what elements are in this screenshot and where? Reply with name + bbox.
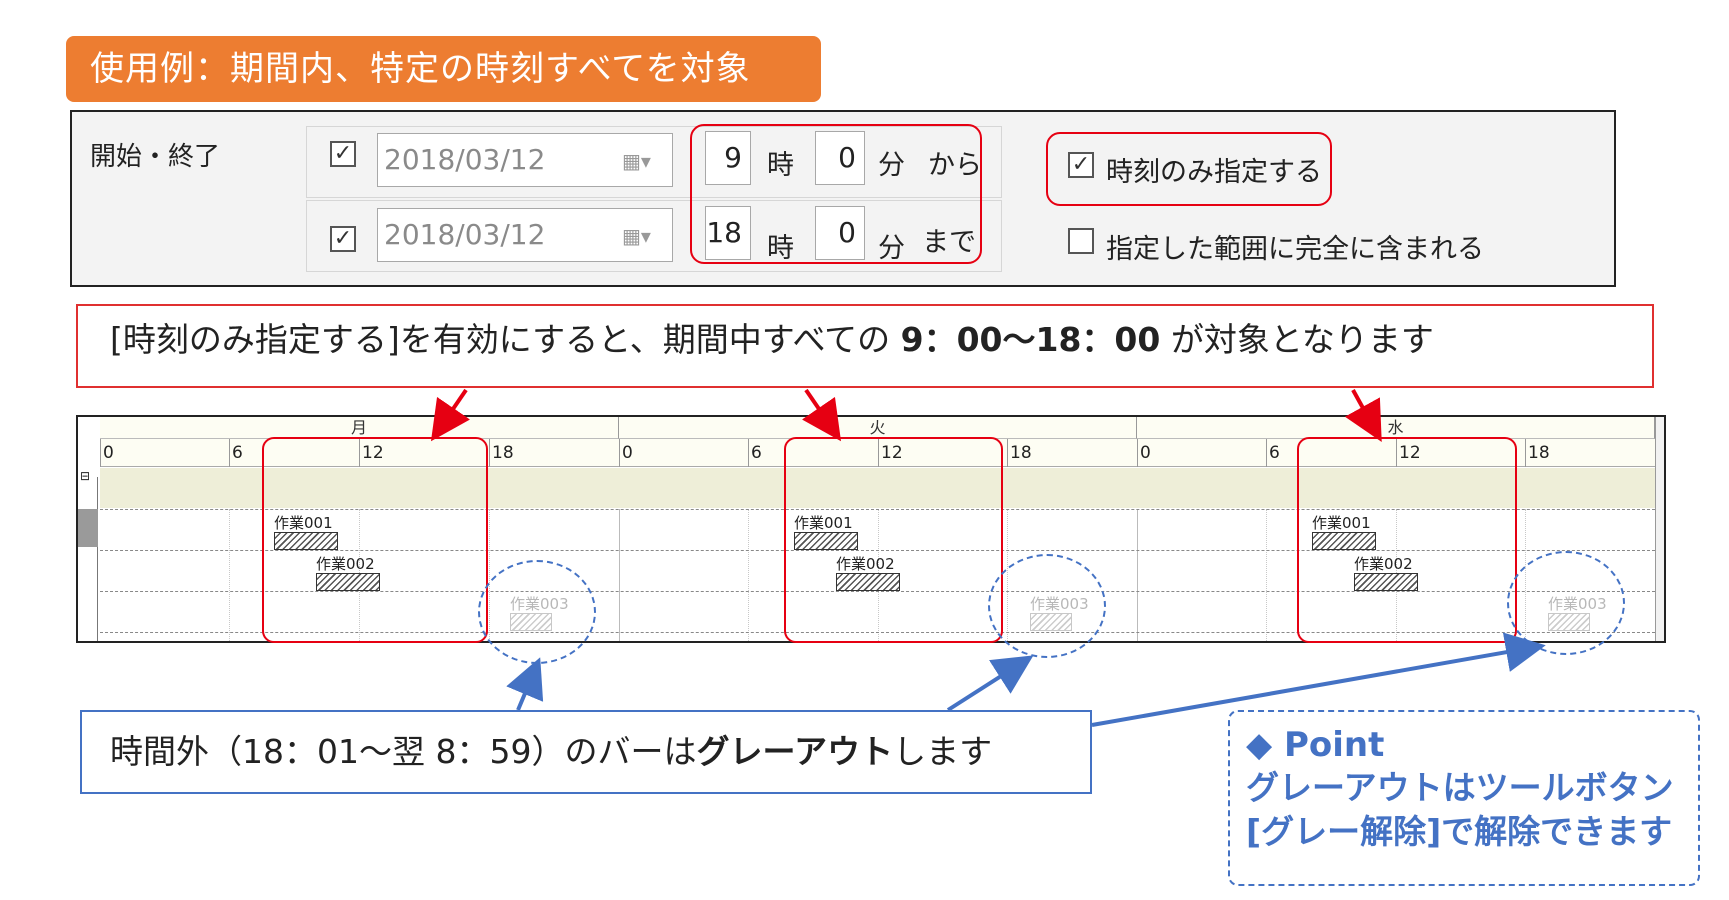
arrow-red-wed (1344, 389, 1382, 443)
arrow-blue-wed (1091, 632, 1546, 727)
arrow-red-mon (430, 388, 471, 442)
arrow-blue-mon (506, 657, 544, 711)
arrow-red-tue (801, 388, 842, 442)
callout-arrows (430, 388, 1546, 727)
arrow-blue-tue (946, 655, 1034, 712)
